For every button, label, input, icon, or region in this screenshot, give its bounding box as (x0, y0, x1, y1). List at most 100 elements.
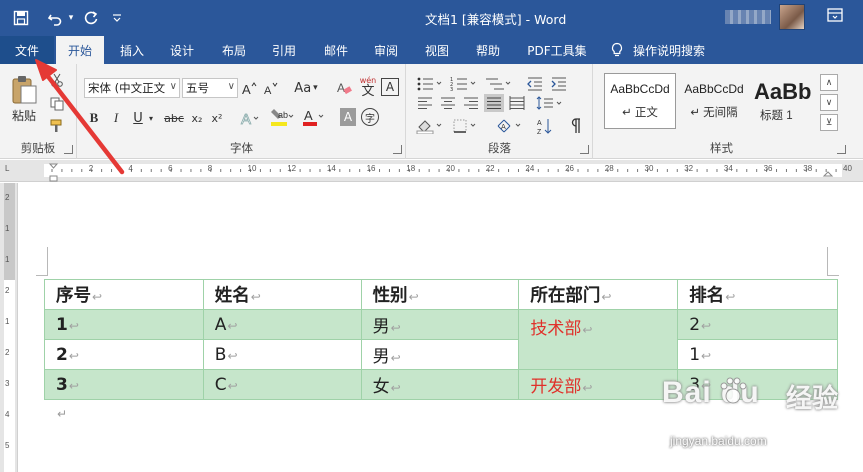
cell-end-mark: ↩ (227, 378, 238, 393)
table-cell[interactable]: A↩ (202, 309, 362, 340)
table-cell[interactable]: C↩ (202, 369, 362, 400)
ribbon-display-options-icon[interactable] (826, 6, 846, 28)
cell-text: C (214, 374, 227, 395)
grow-font-icon[interactable]: A (241, 78, 257, 98)
font-launcher-icon[interactable] (393, 145, 402, 154)
tab-view[interactable]: 视图 (415, 36, 459, 64)
header-text: 序号 (56, 286, 91, 306)
highlight-color-icon[interactable]: ab (268, 106, 296, 128)
character-shading-button[interactable]: A (340, 108, 356, 126)
header-cell[interactable]: 排名↩ (677, 279, 838, 310)
clear-formatting-icon[interactable]: A (335, 78, 353, 98)
tab-design[interactable]: 设计 (160, 36, 204, 64)
justify-icon[interactable] (484, 94, 504, 112)
distributed-icon[interactable] (507, 94, 527, 112)
save-icon[interactable] (10, 6, 32, 30)
customize-qat-icon[interactable] (110, 6, 124, 30)
gallery-scroll-up-icon[interactable]: ∧ (820, 74, 838, 91)
underline-button[interactable]: U (130, 108, 146, 128)
table-cell[interactable]: 3↩ (44, 369, 204, 400)
tab-layout[interactable]: 布局 (212, 36, 256, 64)
clipboard-launcher-icon[interactable] (64, 145, 73, 154)
cut-icon[interactable] (48, 72, 66, 88)
table-cell[interactable]: 2↩ (44, 339, 204, 370)
table-cell[interactable]: 2↩ (677, 309, 838, 340)
decrease-indent-icon[interactable] (525, 74, 545, 94)
cell-end-mark: ↩ (582, 323, 593, 337)
paragraph-launcher-icon[interactable] (580, 145, 589, 154)
header-cell[interactable]: 序号↩ (44, 279, 204, 310)
tell-me-search[interactable]: 操作说明搜索 (610, 36, 705, 64)
tab-home[interactable]: 开始 (56, 36, 104, 64)
borders-icon[interactable] (451, 116, 481, 136)
copy-icon[interactable] (48, 96, 66, 112)
horizontal-ruler[interactable]: L 2 4 6 8 10 12 14 16 18 20 22 24 26 28 30 32 34 36 38 40 (0, 160, 863, 182)
undo-dropdown-icon[interactable]: ▾ (66, 6, 76, 30)
style-normal[interactable]: AaBbCcDd ↵ 正文 (604, 73, 676, 129)
table-cell[interactable]: 男↩ (360, 309, 520, 340)
account-area[interactable] (725, 4, 805, 30)
show-marks-icon[interactable] (565, 116, 585, 136)
paste-button[interactable]: 粘贴 (6, 70, 42, 128)
cell-end-mark: ↩ (601, 290, 612, 304)
superscript-button[interactable]: x² (208, 108, 226, 128)
tab-pdf-tools[interactable]: PDF工具集 (522, 36, 592, 64)
ruler-number: 28 (604, 164, 614, 173)
header-cell[interactable]: 性别↩ (360, 279, 520, 310)
align-left-icon[interactable] (415, 94, 435, 112)
enclose-characters-button[interactable]: 字 (361, 108, 379, 126)
strikethrough-button[interactable]: abc (162, 108, 186, 128)
change-case-button[interactable]: Aa ▾ (290, 78, 322, 98)
tab-mailings[interactable]: 邮件 (314, 36, 358, 64)
increase-indent-icon[interactable] (549, 74, 569, 94)
tab-references[interactable]: 引用 (262, 36, 306, 64)
tab-file[interactable]: 文件 (0, 36, 54, 64)
align-right-icon[interactable] (461, 94, 481, 112)
styles-launcher-icon[interactable] (837, 145, 846, 154)
character-border-button[interactable]: A (381, 78, 399, 96)
header-cell[interactable]: 所在部门↩ (518, 279, 679, 310)
chevron-down-icon[interactable]: ▾ (146, 108, 156, 128)
table-cell[interactable]: 1↩ (677, 339, 838, 370)
table-cell[interactable]: B↩ (202, 339, 362, 370)
line-spacing-icon[interactable] (535, 94, 565, 112)
page-corner-right (827, 247, 839, 276)
asian-layout-icon[interactable]: A (495, 116, 527, 136)
undo-icon[interactable] (44, 6, 66, 30)
font-size-combo[interactable]: 五号 ∨ (182, 78, 238, 98)
shrink-font-icon[interactable]: A (263, 78, 279, 98)
format-painter-icon[interactable] (48, 118, 66, 134)
multilevel-list-icon[interactable] (483, 74, 513, 94)
italic-button[interactable]: I (108, 108, 124, 128)
phonetic-guide-button[interactable]: wén 文 (357, 74, 379, 100)
gallery-scroll-down-icon[interactable]: ∨ (820, 94, 838, 111)
numbering-icon[interactable]: 123 (449, 74, 479, 94)
change-case-label: Aa (294, 80, 312, 96)
style-no-spacing[interactable]: AaBbCcDd ↵ 无间隔 (678, 73, 750, 129)
vertical-ruler[interactable]: 2112123456 (0, 183, 18, 472)
tab-review[interactable]: 审阅 (364, 36, 408, 64)
ruler-number: 6 (168, 164, 173, 173)
font-name-combo[interactable]: 宋体 (中文正文 ∨ (84, 78, 180, 98)
font-color-button[interactable]: A (300, 106, 326, 128)
avatar[interactable] (779, 4, 805, 30)
table-cell[interactable]: 1↩ (44, 309, 204, 340)
tab-help[interactable]: 帮助 (466, 36, 510, 64)
sort-icon[interactable]: AZ (535, 116, 555, 136)
shading-icon[interactable] (415, 116, 447, 136)
tab-insert[interactable]: 插入 (110, 36, 154, 64)
header-cell[interactable]: 姓名↩ (202, 279, 362, 310)
align-center-icon[interactable] (438, 94, 458, 112)
text-effects-icon[interactable]: A (237, 108, 261, 128)
table-cell-merged[interactable]: 技术部↩ (518, 309, 679, 370)
table-cell[interactable]: 男↩ (360, 339, 520, 370)
header-text: 排名 (689, 286, 725, 306)
gallery-more-icon[interactable]: ⊻ (820, 114, 838, 131)
subscript-button[interactable]: x₂ (188, 108, 206, 128)
style-heading-1[interactable]: AaBb 标题 1 (748, 73, 818, 129)
bullets-icon[interactable] (415, 74, 445, 94)
table-cell[interactable]: 开发部↩ (518, 369, 679, 400)
table-cell[interactable]: 女↩ (360, 369, 520, 400)
redo-icon[interactable] (80, 6, 102, 30)
bold-button[interactable]: B (86, 108, 102, 128)
